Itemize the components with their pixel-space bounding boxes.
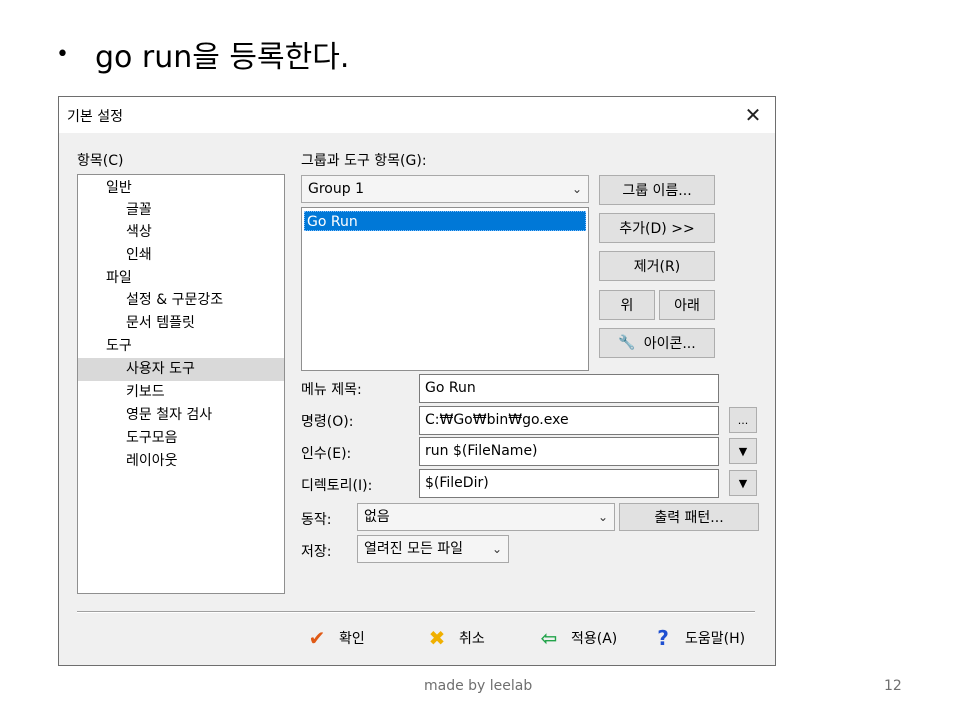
tree-item-spellcheck[interactable]: 영문 철자 검사 xyxy=(78,404,284,427)
action-label: 동작: xyxy=(301,512,332,528)
dialog-title: 기본 설정 xyxy=(67,109,123,125)
args-input[interactable]: run $(FileName) xyxy=(419,437,719,466)
action-select[interactable]: 없음 ⌄ xyxy=(357,503,615,531)
dir-label: 디렉토리(I): xyxy=(301,478,373,494)
cancel-button[interactable]: ✖ 취소 xyxy=(425,623,485,653)
help-button[interactable]: ? 도움말(H) xyxy=(651,623,745,653)
group-select[interactable]: Group 1 ⌄ xyxy=(301,175,589,203)
command-input[interactable]: C:₩Go₩bin₩go.exe xyxy=(419,406,719,435)
save-label: 저장: xyxy=(301,544,332,560)
tree-item-file[interactable]: 파일 xyxy=(78,267,284,290)
question-icon: ? xyxy=(657,626,669,650)
add-button[interactable]: 추가(D) >> xyxy=(599,213,715,243)
menu-title-input[interactable]: Go Run xyxy=(419,374,719,403)
icon-button[interactable]: 🔧 아이콘... xyxy=(599,328,715,358)
arrow-left-icon: ⇦ xyxy=(540,626,558,650)
tree-item-tools[interactable]: 도구 xyxy=(78,335,284,358)
tree-label: 항목(C) xyxy=(77,153,124,169)
wrench-icon: 🔧 xyxy=(618,335,636,351)
remove-button[interactable]: 제거(R) xyxy=(599,251,715,281)
tree-item-font[interactable]: 글꼴 xyxy=(78,199,284,222)
help-button-label: 도움말(H) xyxy=(685,631,746,647)
move-up-button[interactable]: 위 xyxy=(599,290,655,320)
group-name-button[interactable]: 그룹 이름... xyxy=(599,175,715,205)
cross-icon: ✖ xyxy=(428,626,446,650)
ok-button-label: 확인 xyxy=(339,631,365,647)
slide-heading: • go run을 등록한다. xyxy=(56,32,349,76)
tool-list-item[interactable]: Go Run xyxy=(304,211,586,231)
browse-button[interactable]: ... xyxy=(729,407,757,433)
dir-input[interactable]: $(FileDir) xyxy=(419,469,719,498)
save-select[interactable]: 열려진 모든 파일 ⌄ xyxy=(357,535,509,563)
command-label: 명령(O): xyxy=(301,414,354,430)
action-select-value: 없음 xyxy=(364,509,390,525)
group-label: 그룹과 도구 항목(G): xyxy=(301,153,427,169)
cancel-button-label: 취소 xyxy=(459,631,485,647)
chevron-down-icon: ⌄ xyxy=(491,542,502,556)
apply-button[interactable]: ⇦ 적용(A) xyxy=(537,623,618,653)
tree-item-color[interactable]: 색상 xyxy=(78,221,284,244)
tree-item-general[interactable]: 일반 xyxy=(78,177,284,200)
page-number: 12 xyxy=(884,678,902,694)
chevron-down-icon: ⌄ xyxy=(597,510,608,524)
tree-item-print[interactable]: 인쇄 xyxy=(78,244,284,267)
chevron-down-icon: ⌄ xyxy=(571,182,582,196)
tool-list[interactable]: Go Run xyxy=(301,207,589,371)
apply-button-label: 적용(A) xyxy=(571,631,618,647)
args-label: 인수(E): xyxy=(301,446,352,462)
icon-button-label: 아이콘... xyxy=(643,336,696,352)
tree-item-user-tools[interactable]: 사용자 도구 xyxy=(78,358,284,381)
tree-item-syntax[interactable]: 설정 & 구문강조 xyxy=(78,289,284,312)
slide-heading-text: go run을 등록한다. xyxy=(94,40,350,75)
close-icon[interactable]: ✕ xyxy=(739,101,767,129)
output-pattern-button[interactable]: 출력 패턴... xyxy=(619,503,759,531)
save-select-value: 열려진 모든 파일 xyxy=(364,541,464,557)
move-down-button[interactable]: 아래 xyxy=(659,290,715,320)
footer-credit: made by leelab xyxy=(424,678,533,694)
menu-title-label: 메뉴 제목: xyxy=(301,382,362,398)
category-tree[interactable]: 일반 글꼴 색상 인쇄 파일 설정 & 구문강조 문서 템플릿 도구 사용자 도… xyxy=(77,174,285,594)
ok-button[interactable]: ✔ 확인 xyxy=(305,623,365,653)
preferences-dialog: 기본 설정 ✕ 항목(C) 일반 글꼴 색상 인쇄 파일 설정 & 구문강조 문… xyxy=(58,96,776,666)
dialog-titlebar[interactable]: 기본 설정 ✕ xyxy=(59,97,775,133)
tree-item-keyboard[interactable]: 키보드 xyxy=(78,381,284,404)
args-menu-button[interactable]: ▼ xyxy=(729,438,757,464)
footer-divider xyxy=(77,611,755,613)
tree-item-template[interactable]: 문서 템플릿 xyxy=(78,312,284,335)
check-icon: ✔ xyxy=(308,626,326,650)
tree-item-layout[interactable]: 레이아웃 xyxy=(78,450,284,473)
group-select-value: Group 1 xyxy=(308,181,364,197)
dir-menu-button[interactable]: ▼ xyxy=(729,470,757,496)
tree-item-toolbar[interactable]: 도구모음 xyxy=(78,427,284,450)
bullet-glyph: • xyxy=(56,41,69,67)
